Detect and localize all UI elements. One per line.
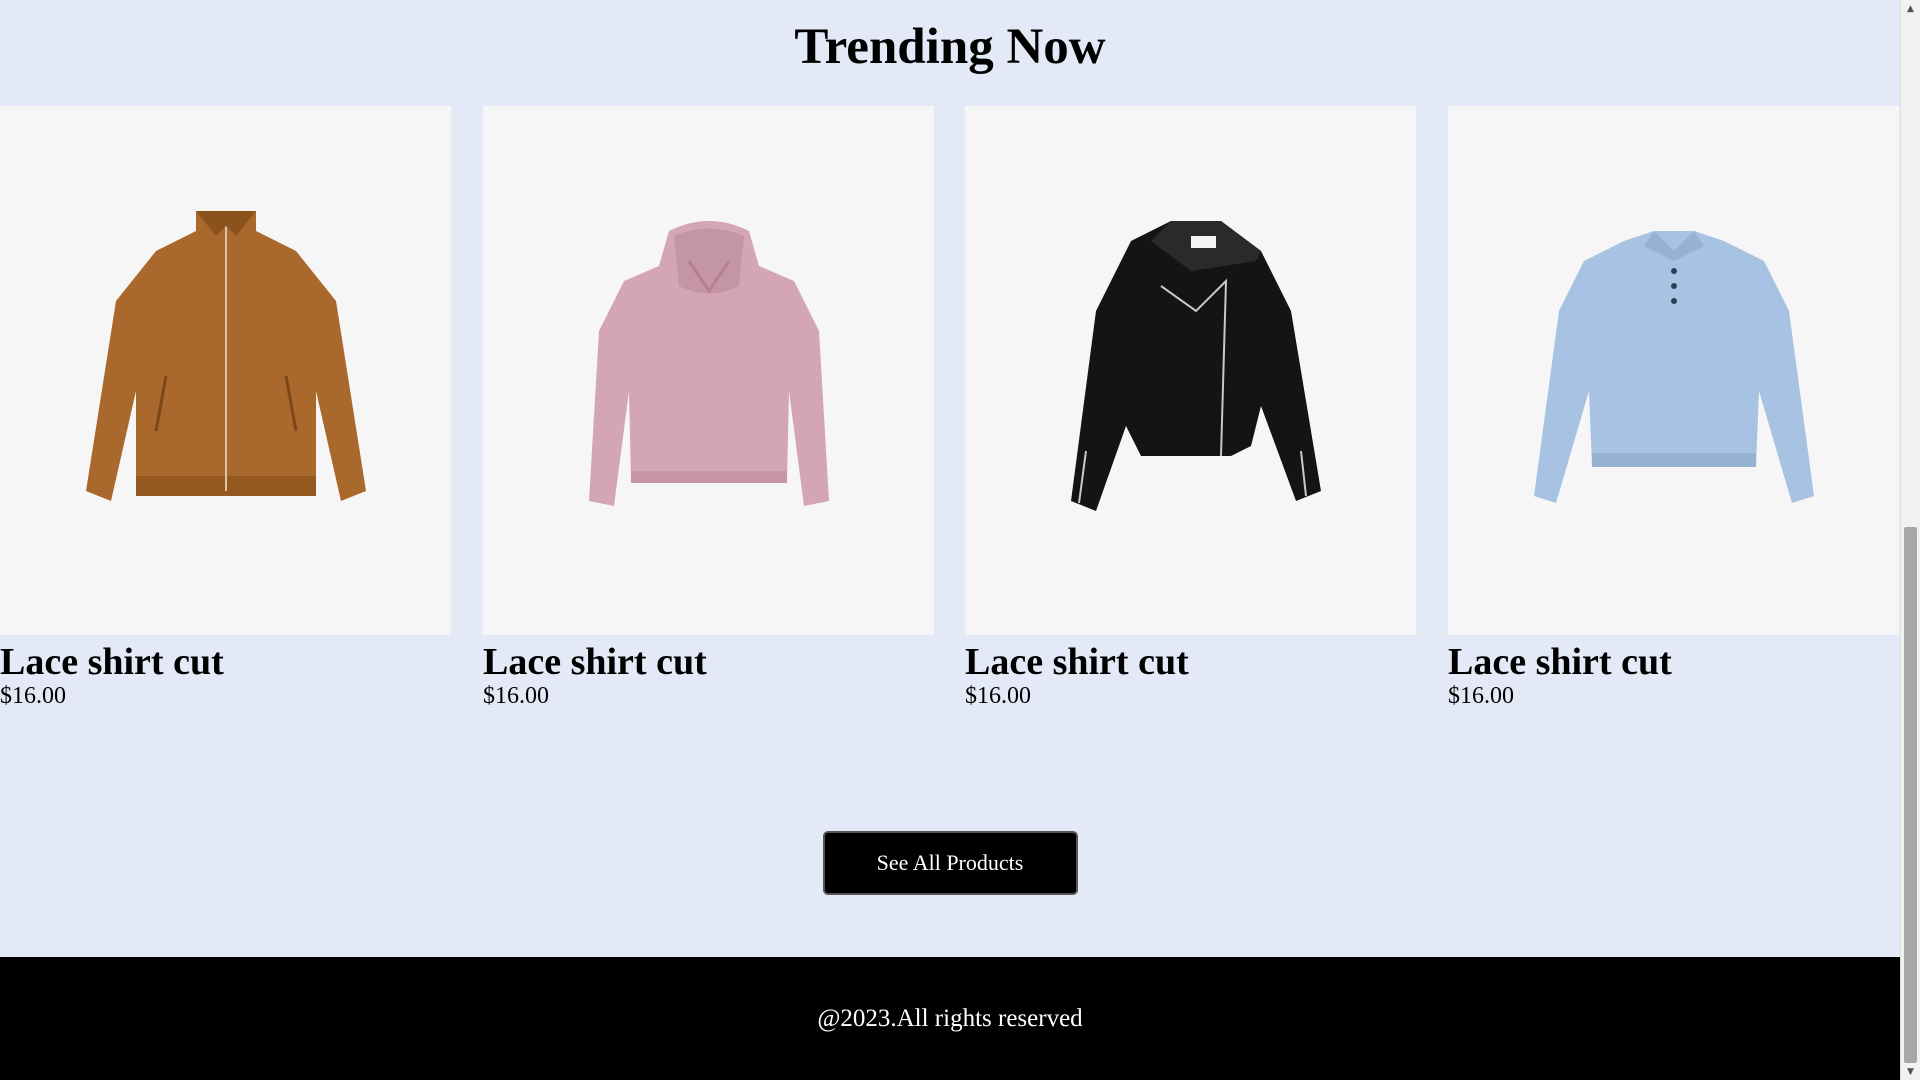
product-name[interactable]: Lace shirt cut (1448, 642, 1899, 682)
product-price: $16.00 (483, 683, 549, 709)
product-image-black-jacket[interactable] (965, 106, 1416, 635)
vertical-scrollbar[interactable]: ▲ ▼ (1900, 0, 1920, 1080)
product-price: $16.00 (1448, 683, 1514, 709)
product-price: $16.00 (0, 683, 66, 709)
product-price: $16.00 (965, 683, 1031, 709)
product-card[interactable]: Lace shirt cut $16.00 (483, 106, 934, 710)
product-image-pink-hoodie[interactable] (483, 106, 934, 635)
hoodie-illustration (588, 220, 829, 506)
product-image-brown-jacket[interactable] (0, 106, 451, 635)
product-name[interactable]: Lace shirt cut (0, 642, 451, 682)
product-image-blue-polo[interactable] (1448, 106, 1899, 635)
product-card[interactable]: Lace shirt cut $16.00 (0, 106, 451, 710)
section-title: Trending Now (794, 19, 1106, 75)
product-grid: Lace shirt cut $16.00 Lace shirt cut $16… (0, 106, 1900, 726)
cta-wrapper: See All Products (0, 831, 1900, 895)
scroll-down-arrow-icon[interactable]: ▼ (1901, 1063, 1920, 1080)
footer-copyright: @2023.All rights reserved (817, 1004, 1083, 1032)
scrollbar-thumb[interactable] (1904, 527, 1917, 1063)
jacket-illustration (85, 210, 366, 501)
scroll-up-arrow-icon[interactable]: ▲ (1901, 0, 1920, 17)
product-name[interactable]: Lace shirt cut (483, 642, 934, 682)
product-card[interactable]: Lace shirt cut $16.00 (965, 106, 1416, 710)
footer: @2023.All rights reserved (0, 957, 1900, 1080)
product-name[interactable]: Lace shirt cut (965, 642, 1416, 682)
page: Trending Now Lace shirt cut $16.00 Lace … (0, 0, 1900, 1080)
polo-sweater-illustration (1533, 230, 1814, 503)
biker-jacket-illustration (1070, 220, 1321, 511)
see-all-products-button[interactable]: See All Products (822, 831, 1078, 895)
product-card[interactable]: Lace shirt cut $16.00 (1448, 106, 1899, 710)
